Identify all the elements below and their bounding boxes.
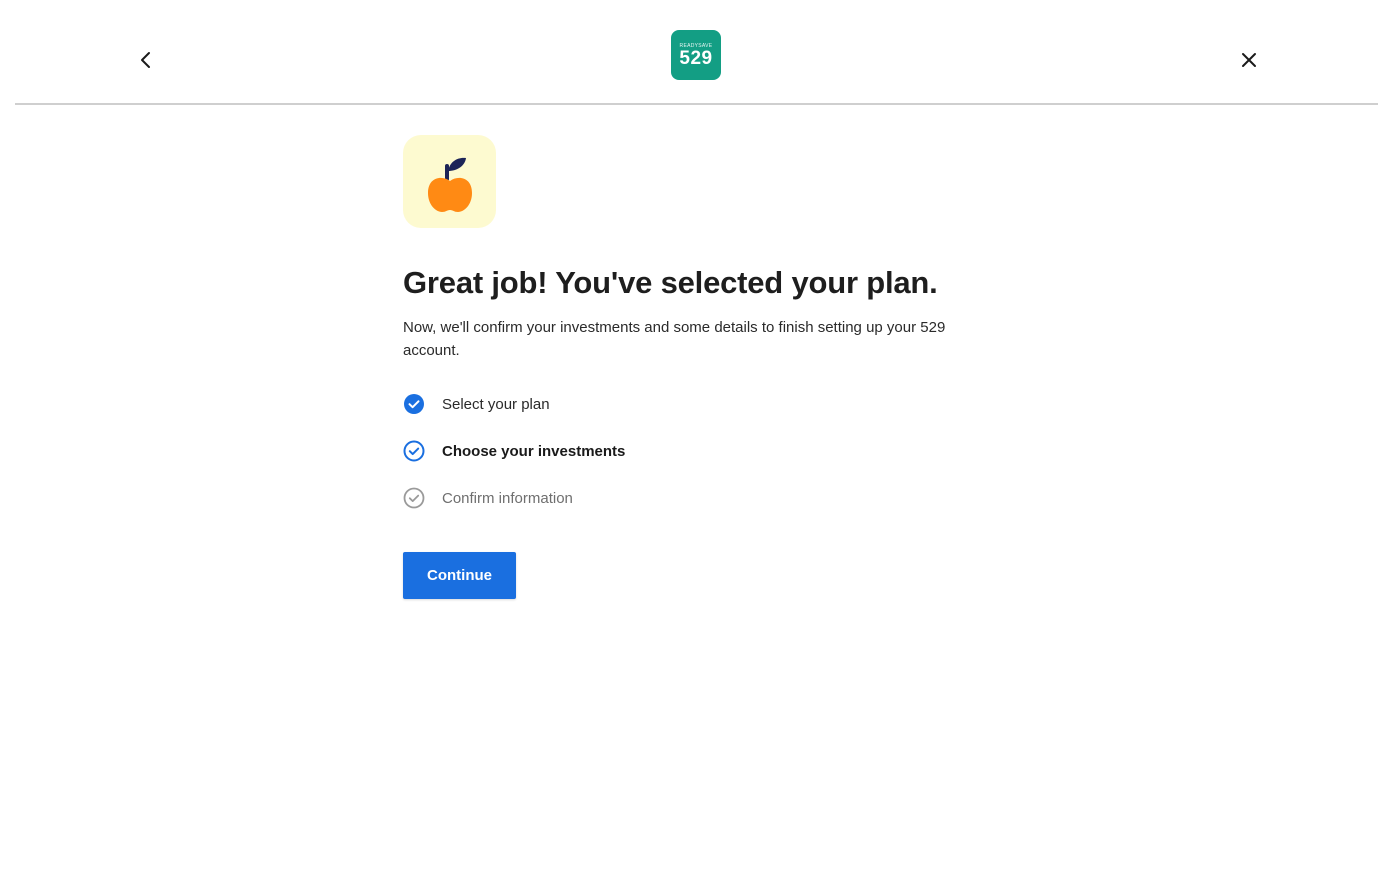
step-label: Choose your investments xyxy=(442,442,626,460)
close-icon xyxy=(1242,53,1256,67)
check-circle-filled-icon xyxy=(403,393,425,415)
page-description: Now, we'll confirm your investments and … xyxy=(403,319,946,359)
close-button[interactable] xyxy=(1234,45,1264,75)
step-label: Confirm information xyxy=(442,489,573,507)
check-circle-outline-icon xyxy=(403,440,425,462)
step-label: Select your plan xyxy=(442,395,550,413)
readysave-logo: READYSAVE 529 xyxy=(671,30,721,80)
top-bar: READYSAVE 529 xyxy=(15,0,1378,105)
main-content: Great job! You've selected your plan. No… xyxy=(403,135,1023,599)
logo-small-text: READYSAVE xyxy=(679,43,713,49)
step-choose-investments: Choose your investments xyxy=(403,439,1023,463)
hero-illustration xyxy=(403,135,496,228)
step-select-plan: Select your plan xyxy=(403,392,1023,416)
check-circle-gray-icon xyxy=(403,487,425,509)
continue-button[interactable]: Continue xyxy=(403,552,516,599)
back-button[interactable] xyxy=(131,45,161,75)
logo-number: 529 xyxy=(679,48,713,69)
app-window: READYSAVE 529 Great job! You've selected… xyxy=(0,0,1392,896)
page-title: Great job! You've selected your plan. xyxy=(403,265,938,300)
step-confirm-information: Confirm information xyxy=(403,486,1023,510)
progress-steps: Select your plan Choose your investments xyxy=(403,392,1023,510)
chevron-left-icon xyxy=(141,52,150,68)
apple-icon xyxy=(427,157,472,212)
